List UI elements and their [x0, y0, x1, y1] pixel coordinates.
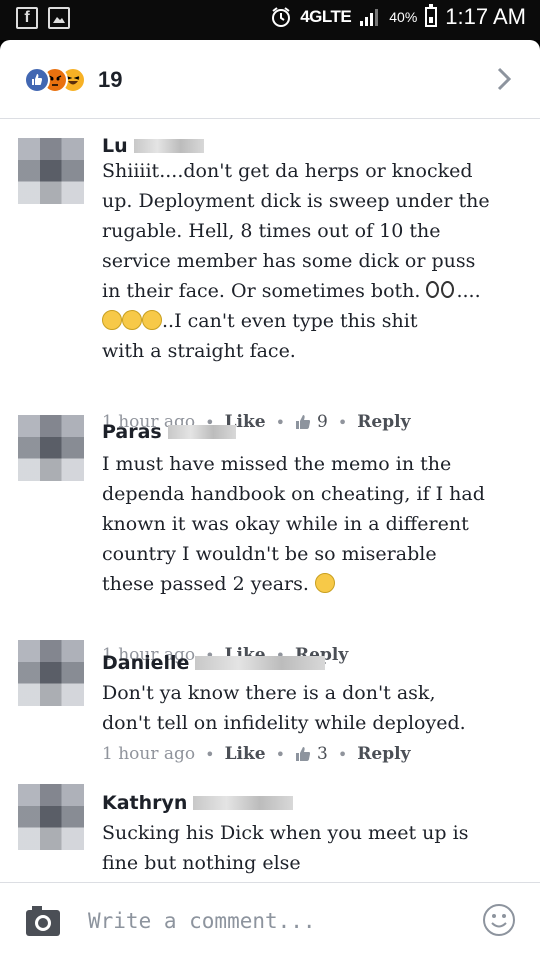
commenter-name[interactable]: Danielle: [102, 652, 189, 674]
battery-percent: 40%: [389, 9, 418, 25]
reaction-icons: [24, 67, 94, 93]
commenter-name[interactable]: Kathryn: [102, 792, 187, 814]
grin-emoji-icon: [122, 310, 142, 330]
eyes-emoji-icon: [426, 280, 456, 300]
grin-emoji-icon: [142, 310, 162, 330]
comment-composer: [0, 882, 540, 960]
comment-meta: 1 hour ago • Like • 3 • Reply: [102, 744, 411, 764]
like-icon: [24, 67, 50, 93]
facebook-notification-icon: f: [16, 7, 38, 29]
status-bar: f 4GLTE 40% 1:17 AM: [0, 0, 540, 40]
avatar[interactable]: [18, 138, 84, 204]
avatar[interactable]: [18, 415, 84, 481]
clock: 1:17 AM: [445, 4, 526, 29]
avatar[interactable]: [18, 784, 84, 850]
gallery-notification-icon: [48, 7, 70, 29]
commenter-name[interactable]: Lu: [102, 135, 128, 157]
battery-icon: [425, 4, 438, 27]
comment-time: 1 hour ago: [102, 744, 196, 764]
comments-panel: 19 Lu Shiiiit....don't get da herps or k…: [0, 40, 540, 960]
comment-input[interactable]: [88, 901, 468, 941]
network-type: 4GLTE: [300, 7, 352, 26]
comment-text: Sucking his Dick when you meet up is fin…: [102, 822, 469, 874]
thumbs-up-icon: [296, 415, 311, 429]
signal-icon: [360, 9, 379, 26]
reply-button[interactable]: Reply: [357, 744, 410, 764]
emoji-picker-icon[interactable]: [482, 903, 516, 937]
comment-text: Don't ya know there is a don't ask, don'…: [102, 682, 466, 734]
redacted-surname: [133, 139, 204, 153]
reply-button[interactable]: Reply: [357, 412, 410, 432]
like-button[interactable]: Like: [225, 744, 266, 764]
redacted-surname: [167, 425, 236, 439]
comment-text: Shiiiit....don't get da herps or knocked…: [102, 160, 490, 362]
comment-text: I must have missed the memo in the depen…: [102, 453, 485, 595]
avatar[interactable]: [18, 640, 84, 706]
redacted-surname: [193, 796, 294, 810]
grin-emoji-icon: [314, 573, 335, 593]
grin-emoji-icon: [102, 310, 122, 330]
redacted-surname: [195, 656, 326, 670]
camera-icon[interactable]: [24, 904, 62, 938]
like-count[interactable]: 9: [295, 412, 328, 432]
commenter-name[interactable]: Paras: [102, 421, 162, 443]
reactions-summary[interactable]: 19: [0, 40, 540, 119]
chevron-right-icon[interactable]: [496, 66, 512, 92]
thumbs-up-icon: [296, 747, 311, 761]
alarm-icon: [272, 7, 291, 27]
reaction-count: 19: [98, 67, 123, 92]
like-count[interactable]: 3: [295, 744, 328, 764]
